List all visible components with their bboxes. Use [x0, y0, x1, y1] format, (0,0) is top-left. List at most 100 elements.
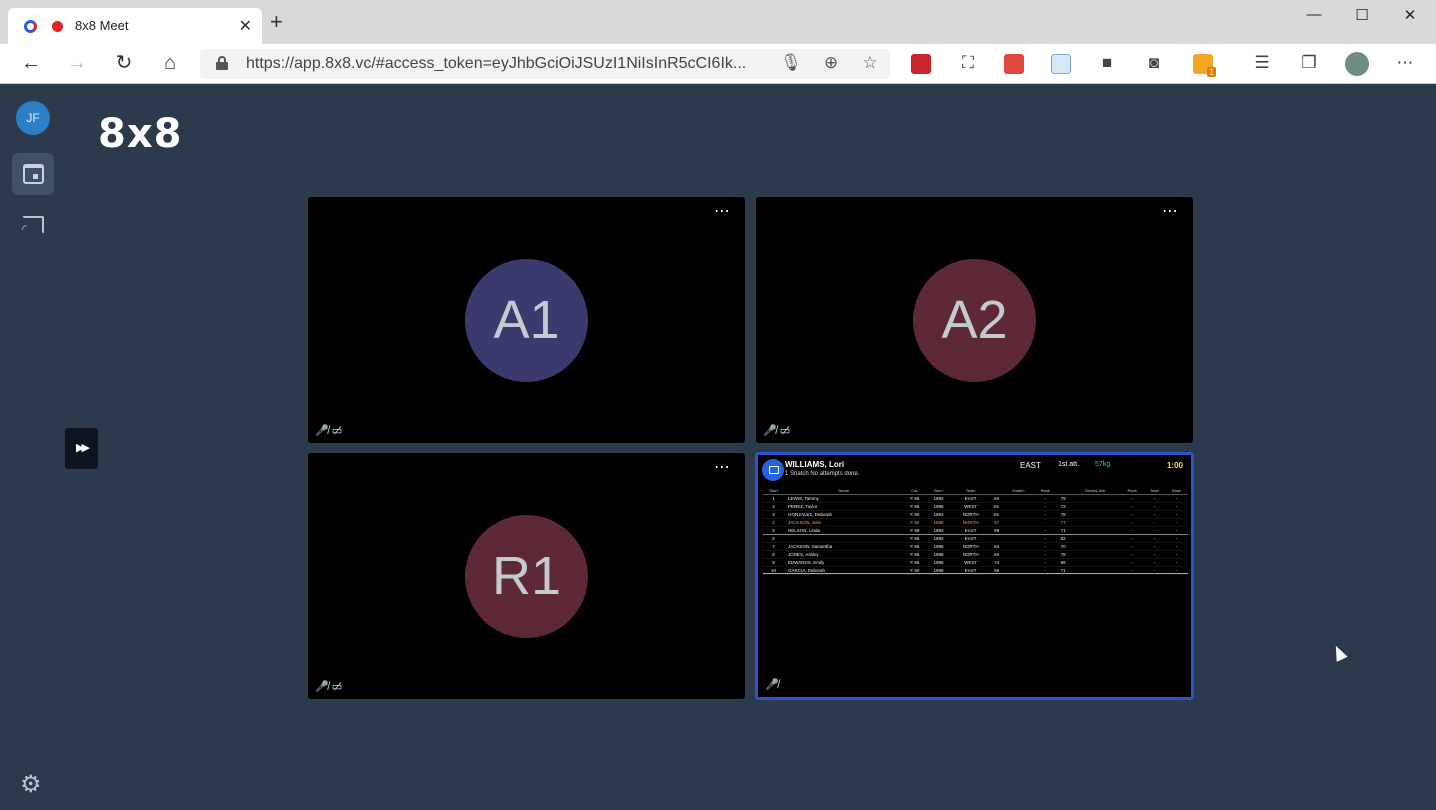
back-icon[interactable]: ←	[19, 52, 43, 74]
favorites-list-icon[interactable]: ☰	[1251, 53, 1273, 73]
table-cell: -	[1143, 502, 1165, 511]
add-icon[interactable]: ⊕	[820, 53, 842, 73]
participant-tile-a1[interactable]: A1 ⋯ 🎤̸ ▭̸	[308, 197, 745, 443]
tile-more-icon[interactable]: ⋯	[1162, 201, 1179, 221]
minimize-icon[interactable]: —	[1304, 6, 1324, 23]
table-header: Team	[950, 487, 991, 495]
table-cell: -	[1120, 502, 1144, 511]
table-cell: -	[1143, 550, 1165, 559]
attempt-clock: 1:00	[1166, 461, 1183, 470]
table-cell: F 59	[903, 526, 927, 535]
tile-more-icon[interactable]: ⋯	[714, 457, 731, 477]
favorite-star-icon[interactable]: ☆	[859, 53, 881, 73]
table-cell	[1002, 510, 1034, 519]
table-cell: -	[1120, 510, 1144, 519]
table-cell	[1069, 542, 1121, 551]
calendar-icon	[23, 164, 44, 184]
tile-status-icons: 🎤̸	[765, 678, 782, 691]
attempt-number: 1st att.	[1058, 461, 1080, 468]
recording-dot-icon	[52, 21, 63, 32]
table-cell: -	[1033, 534, 1057, 543]
tile-more-icon[interactable]: ⋯	[714, 201, 731, 221]
table-cell: 78	[1056, 510, 1070, 519]
maximize-icon[interactable]: ☐	[1352, 6, 1372, 24]
table-cell: F 59	[903, 558, 927, 567]
table-cell: -	[1143, 494, 1165, 503]
home-icon[interactable]: ⌂	[158, 52, 182, 74]
table-cell: 1993	[926, 526, 951, 535]
table-cell: -	[1033, 502, 1057, 511]
participant-tile-a2[interactable]: A2 ⋯ 🎤̸ ▭̸	[756, 197, 1193, 443]
table-cell: 5	[763, 526, 784, 535]
table-header: Rank	[1033, 487, 1057, 495]
profile-avatar[interactable]	[1345, 52, 1369, 76]
table-cell: 6	[763, 534, 784, 543]
table-cell	[1069, 502, 1121, 511]
results-table: Start Name Cat. Born Team Snatch Rank Clean&Jer…	[763, 487, 1188, 575]
table-cell: JACKSON, Samantha	[783, 542, 904, 551]
extension-window-icon[interactable]	[1051, 54, 1071, 74]
participant-tile-r1[interactable]: R1 ⋯ 🎤̸ ▭̸	[308, 453, 745, 699]
table-cell: 1992	[926, 534, 951, 543]
table-cell: 1996	[926, 558, 951, 567]
table-cell	[1069, 518, 1121, 527]
table-cell: -	[1120, 534, 1144, 543]
table-cell: 81	[990, 502, 1003, 511]
table-cell	[1069, 558, 1121, 567]
share-megaphone-icon	[762, 459, 784, 481]
extension-lastpass-icon[interactable]	[911, 54, 931, 74]
table-cell: 1998	[926, 518, 951, 527]
browser-tabbar: 8x8 Meet ✕ + — ☐ ✕	[0, 0, 1436, 44]
screen-capture-icon[interactable]: ⛶	[957, 53, 979, 73]
table-row: 7 JACKSON, Samantha F 59 1996 NORTH 84-70- - -	[763, 542, 1188, 551]
shared-screen-tile[interactable]: WILLIAMS, Lori 1 Snatch No attempts done…	[755, 452, 1194, 700]
video-camera-icon[interactable]: ■	[1096, 53, 1118, 73]
table-cell: 70	[1056, 542, 1070, 551]
app-logo: 8x8	[98, 111, 183, 157]
table-cell: 78	[1056, 550, 1070, 559]
close-window-icon[interactable]: ✕	[1400, 6, 1420, 24]
collapse-sidebar-button[interactable]: ▶▶	[65, 428, 98, 469]
collections-icon[interactable]: ❐	[1298, 53, 1320, 73]
table-cell: NORTH	[950, 510, 991, 519]
table-cell: -	[1120, 550, 1144, 559]
browser-tab[interactable]: 8x8 Meet ✕	[8, 8, 262, 44]
tile-status-icons: 🎤̸ ▭̸	[315, 424, 345, 437]
extension-pocket-icon[interactable]	[1004, 54, 1024, 74]
table-row: 1 LEWIS, Tammy F 59 1992 EAST 82-79- - -	[763, 494, 1188, 503]
table-cell: 79	[1056, 494, 1070, 503]
attempt-status: 1 Snatch No attempts done.	[785, 471, 860, 477]
user-avatar[interactable]: JF	[16, 101, 50, 135]
table-row: 3 GONZALEZ, Deborah F 60 1993 NORTH 81-78- - -	[763, 510, 1188, 519]
meet-app: JF ◜ ⚙ 8x8 ▶▶ A1 ⋯ 🎤̸ ▭̸ A2 ⋯ 🎤̸ ▭̸ R1 ⋯ 🎤…	[0, 85, 1436, 810]
address-bar[interactable]: https://app.8x8.vc/#access_token=eyJhbGc…	[200, 49, 890, 79]
new-tab-button[interactable]: +	[270, 11, 283, 33]
microphone-icon[interactable]: 🎙	[780, 53, 802, 73]
settings-gear-icon[interactable]: ⚙	[20, 773, 42, 797]
table-header: Rank	[1120, 487, 1144, 495]
table-cell: F 59	[903, 542, 927, 551]
mic-muted-icon: 🎤̸	[315, 425, 329, 437]
table-cell: 1	[763, 494, 784, 503]
table-cell: -	[1033, 550, 1057, 559]
extension-badge-icon[interactable]: 1	[1193, 54, 1216, 77]
lock-icon[interactable]	[216, 56, 228, 70]
table-cell: -	[1120, 494, 1144, 503]
refresh-icon[interactable]: ↻	[112, 52, 136, 74]
forward-icon[interactable]: →	[65, 52, 89, 74]
table-cell: 1996	[926, 542, 951, 551]
table-cell: 2	[763, 502, 784, 511]
sidebar-item-calendar[interactable]	[12, 153, 54, 195]
table-cell: 4	[763, 518, 784, 527]
table-header	[990, 487, 1003, 495]
tile-status-icons: 🎤̸ ▭̸	[315, 680, 345, 693]
extension-lightbulb-icon[interactable]: ◙	[1143, 53, 1165, 73]
extension-badge-count: 1	[1206, 67, 1216, 77]
table-cell: F 60	[903, 510, 927, 519]
table-cell: NELSON, Linda	[783, 526, 904, 535]
table-cell: EAST	[950, 494, 991, 503]
tab-close-icon[interactable]: ✕	[239, 16, 252, 36]
url-text[interactable]: https://app.8x8.vc/#access_token=eyJhbGc…	[246, 55, 761, 73]
table-cell: 57	[990, 518, 1003, 527]
more-menu-icon[interactable]: ⋯	[1394, 53, 1416, 73]
